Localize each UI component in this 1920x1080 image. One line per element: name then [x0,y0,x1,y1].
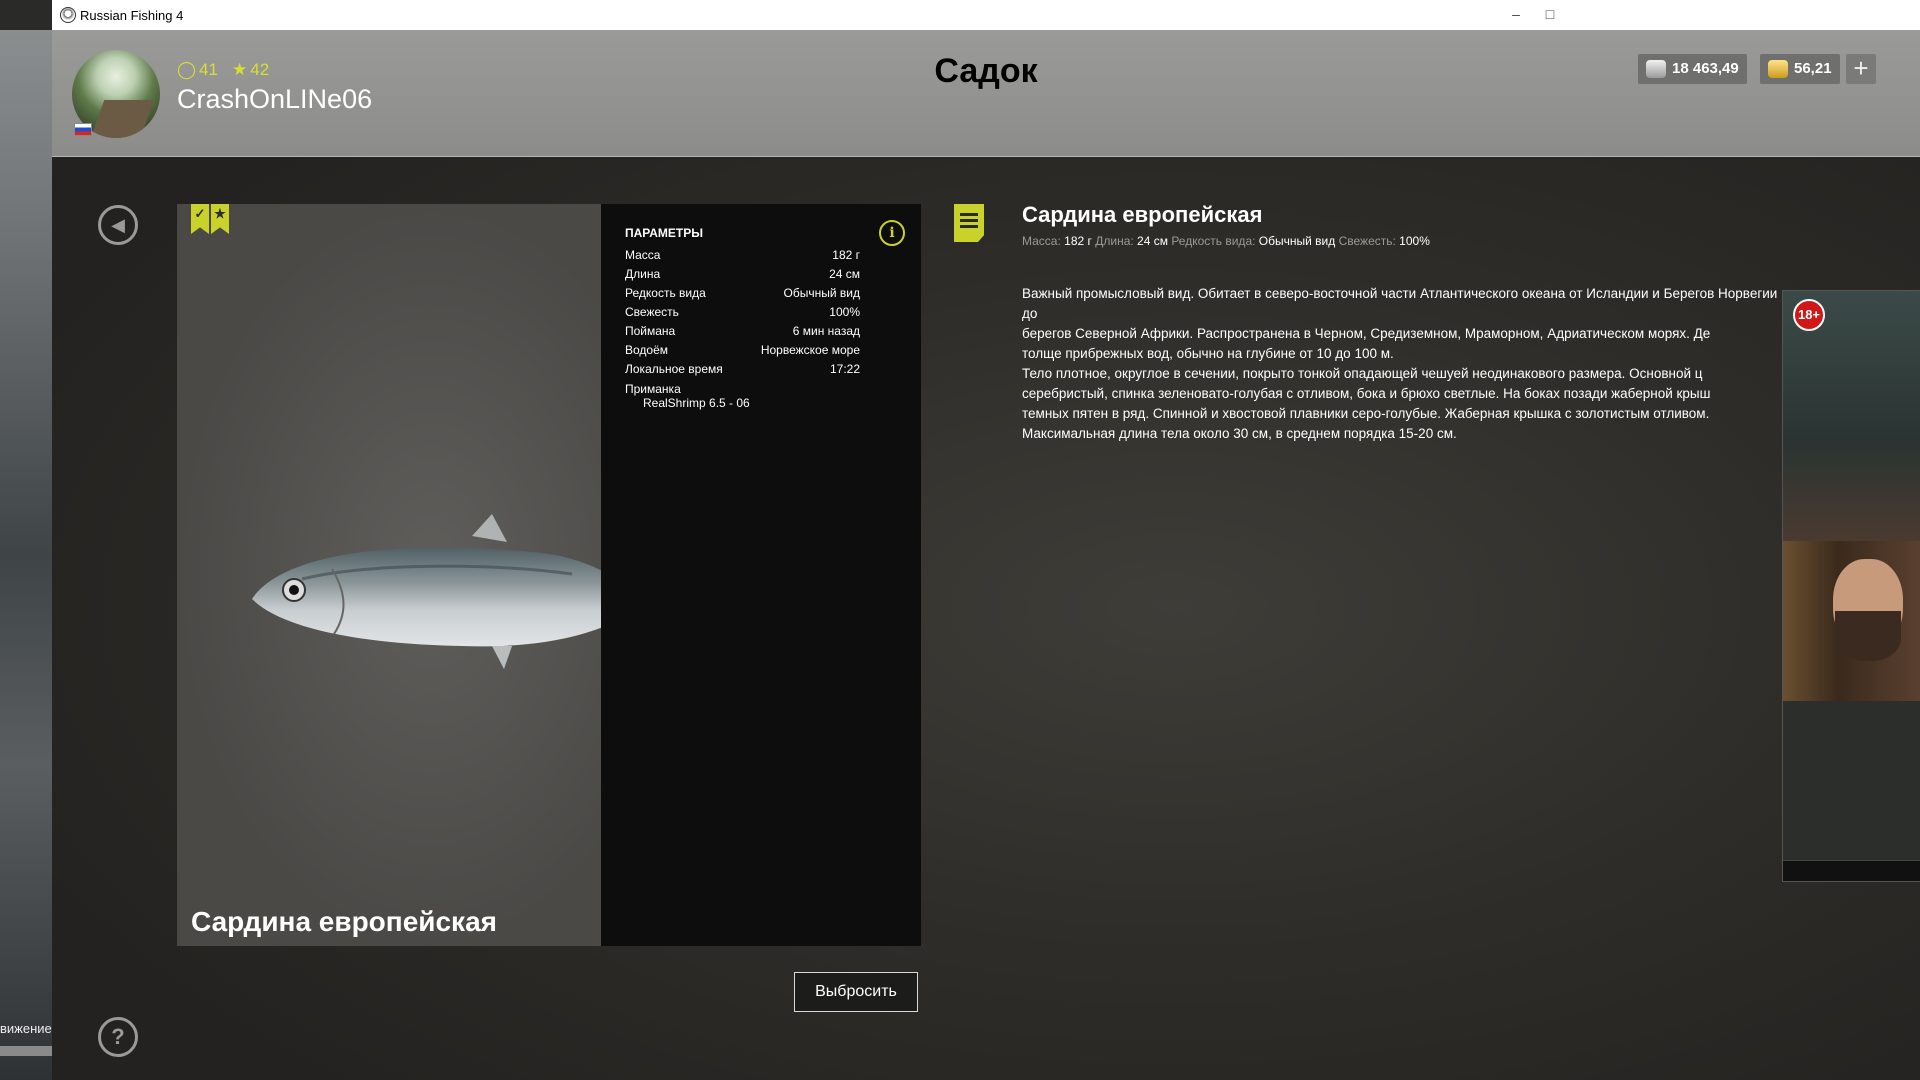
gold-balance[interactable]: 56,21 [1760,54,1840,84]
param-row: Свежесть 100% [625,305,860,319]
maximize-button[interactable]: □ [1540,4,1560,24]
stream-overlay-panel: 18+ [1782,290,1920,882]
background-window-text: вижение [0,1021,52,1036]
bait-value: RealShrimp 6.5 - 06 [643,396,750,410]
background-window-bar [0,1046,52,1056]
header-bar: ◯ 41 ★ 42 CrashOnLINe06 Садок 18 463,49 56… [52,30,1920,157]
background-window [0,30,52,1080]
description-title: Сардина европейская [1022,202,1263,227]
param-row: Водоём Норвежское море [625,343,860,357]
star-badge-icon: ★ [211,204,229,234]
description-text: Важный промысловый вид. Обитает в северо… [1022,286,1778,441]
game-window: ◯ 41 ★ 42 CrashOnLINe06 Садок 18 463,49 56… [52,30,1920,1080]
gold-coin-icon [1768,60,1788,78]
webcam-beard [1835,611,1901,661]
param-row: Поймана 6 мин назад [625,324,860,338]
param-row: Длина 24 см [625,267,860,281]
document-icon [954,204,984,242]
parameters-heading: ПАРАМЕТРЫ [625,226,703,240]
fish-image [252,514,601,669]
add-currency-button[interactable]: + [1846,54,1876,84]
discard-button[interactable]: Выбросить [794,972,918,1012]
minimize-button[interactable]: – [1506,4,1526,24]
question-icon: ? [111,1024,125,1049]
app-icon [60,7,76,23]
age-rating-badge: 18+ [1793,299,1825,331]
fish-name-caption: Сардина европейская [191,906,497,937]
back-button[interactable]: ◀ [98,205,138,245]
silver-coin-icon [1646,60,1666,78]
param-row: Масса 182 г [625,248,860,262]
window-titlebar: Russian Fishing 4 – □ [52,0,1920,31]
param-row: Локальное время 17:22 [625,362,860,376]
checkmark-badge-icon: ✓ [191,204,209,234]
param-row: Редкость вида Обычный вид [625,286,860,300]
help-button[interactable]: ? [98,1017,138,1057]
stream-overlay-bottom [1783,701,1920,861]
fish-image-panel: ✓ ★ Сардина европейская [177,204,601,946]
back-arrow-icon: ◀ [111,215,125,235]
flag-icon [74,123,92,136]
info-icon[interactable]: i [879,220,905,246]
description-meta: Масса: 182 г Длина: 24 см Редкость вида:… [1022,234,1430,248]
parameters-panel: ПАРАМЕТРЫ i Масса 182 г Длина 24 см Редкос… [601,204,921,946]
window-title: Russian Fishing 4 [80,8,184,23]
silver-balance[interactable]: 18 463,49 [1638,54,1747,84]
stream-overlay-footer [1783,860,1920,881]
